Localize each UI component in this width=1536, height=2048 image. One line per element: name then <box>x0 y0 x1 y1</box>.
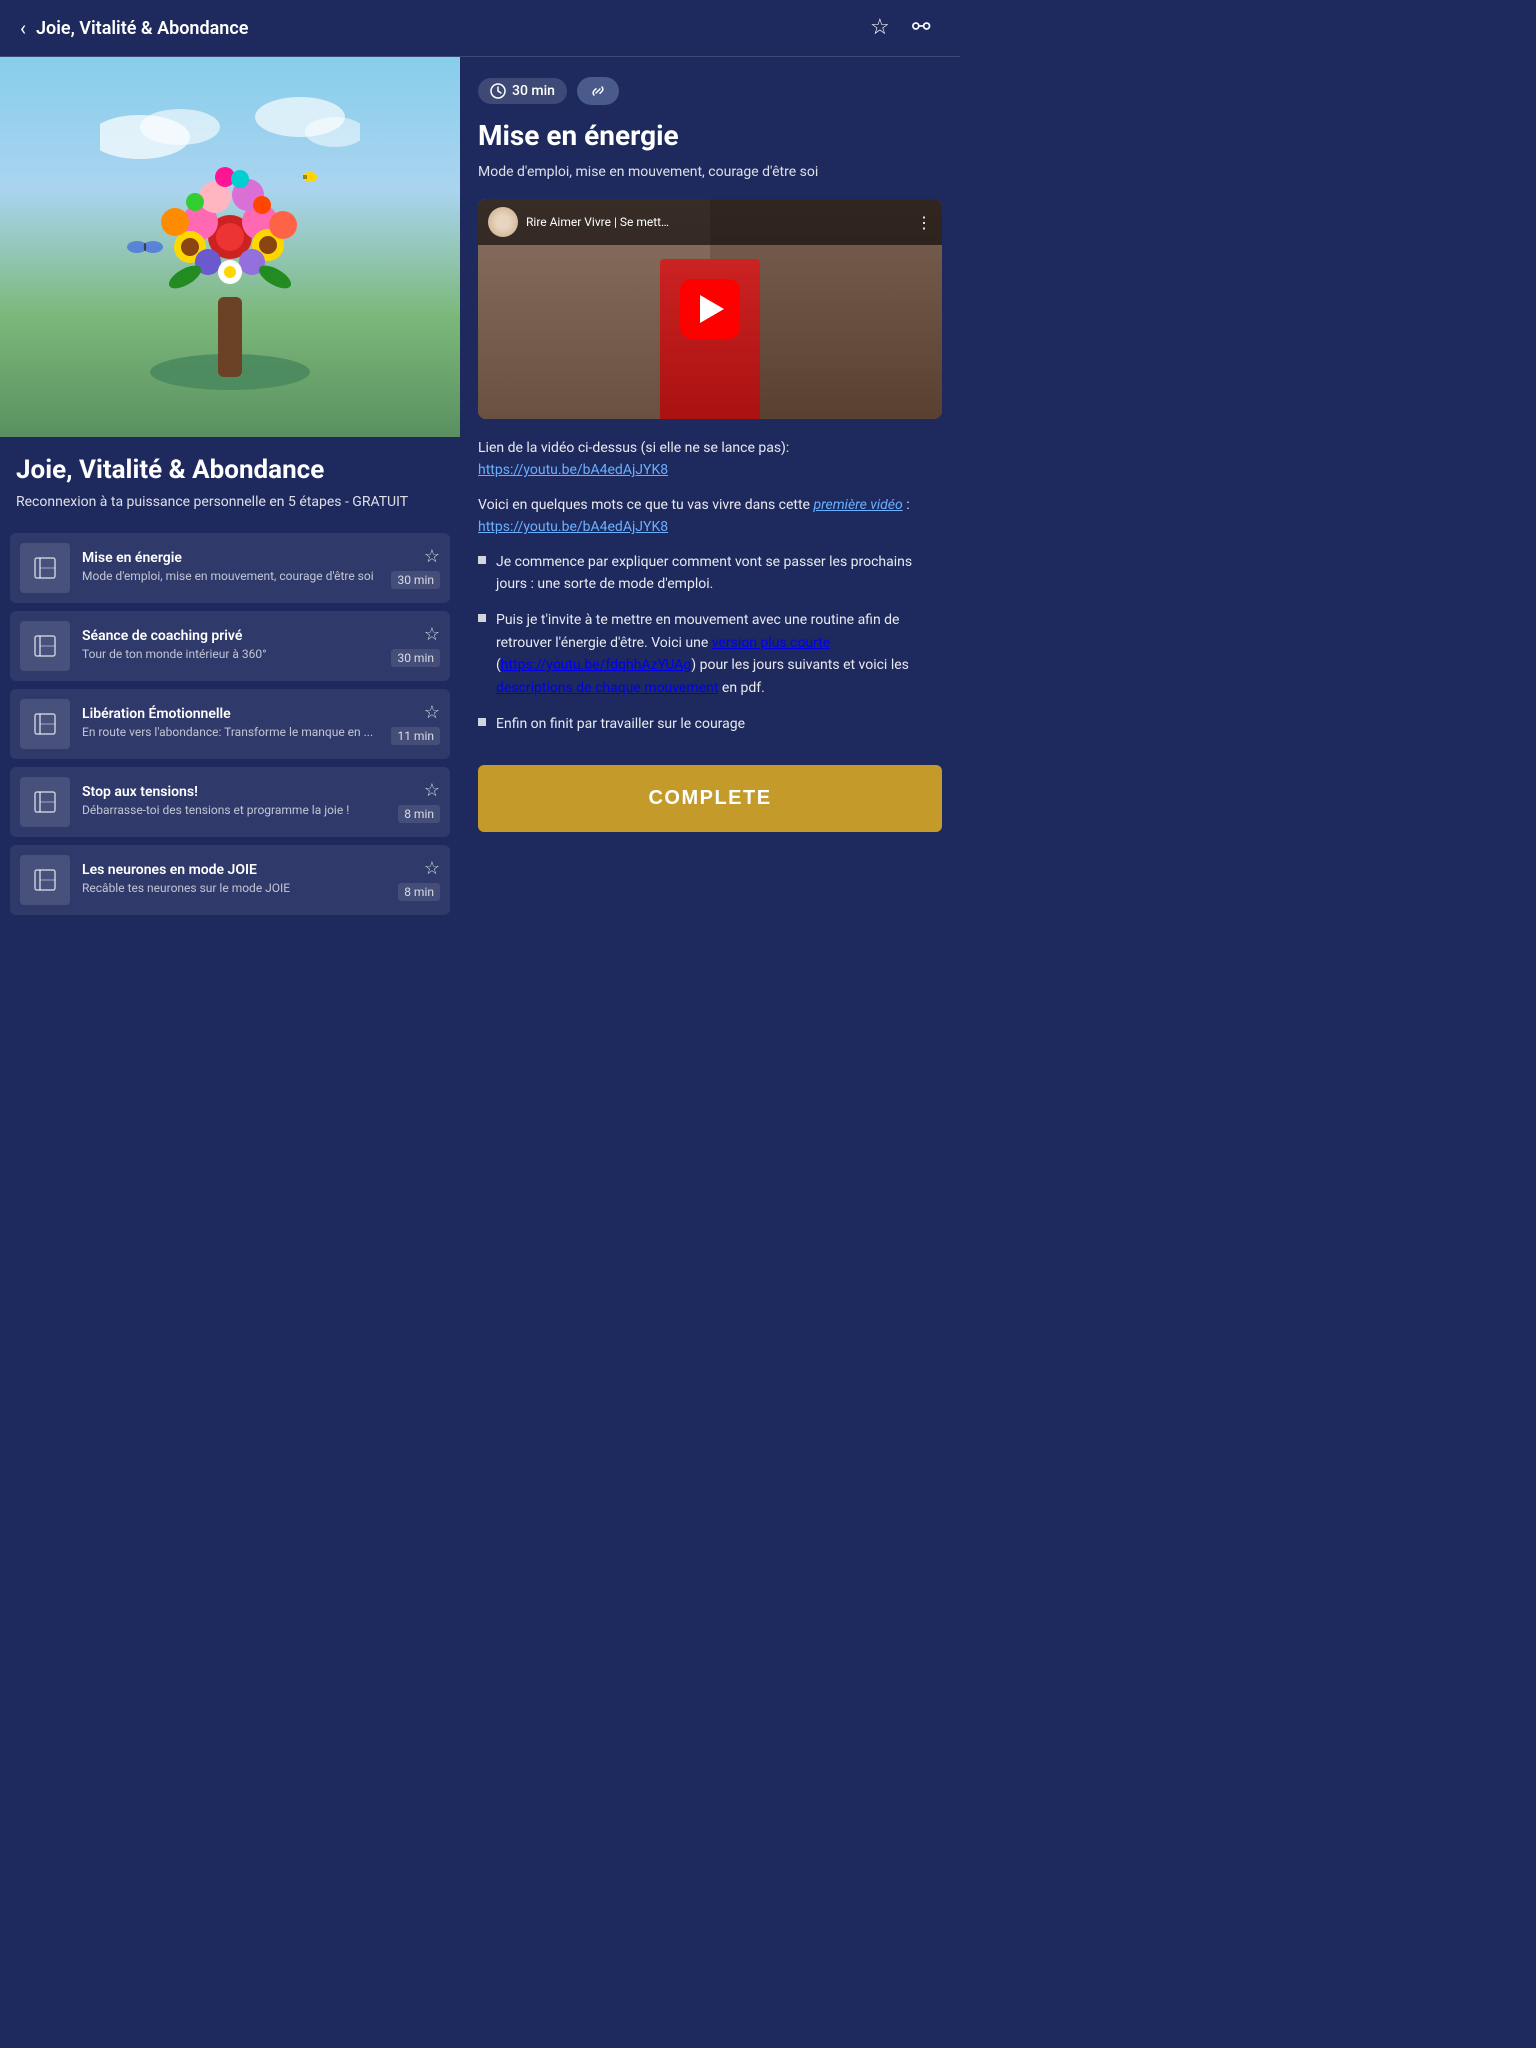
book-icon <box>31 788 59 816</box>
short-version-url[interactable]: https://youtu.be/fdqhhAzYUAg <box>501 657 691 673</box>
course-title-section: Joie, Vitalité & Abondance Reconnexion à… <box>0 437 460 523</box>
video-menu-dots[interactable]: ⋮ <box>916 213 932 232</box>
lesson-info: Les neurones en mode JOIE Recâble tes ne… <box>82 862 390 897</box>
bullet-text-3: Enfin on finit par travailler sur le cou… <box>496 713 745 735</box>
hero-image <box>0 57 460 437</box>
header-icons: ☆ ⚯ <box>870 14 940 42</box>
play-button[interactable] <box>680 279 740 339</box>
lesson-icon-box <box>20 621 70 671</box>
lesson-duration: 8 min <box>398 883 440 901</box>
duration-text: 30 min <box>512 83 555 99</box>
colon-space: : <box>903 497 910 513</box>
lesson-right: ☆ 30 min <box>391 546 440 589</box>
lesson-duration: 11 min <box>391 727 440 745</box>
duration-row: 30 min <box>478 77 942 105</box>
lesson-duration: 8 min <box>398 805 440 823</box>
lesson-icon-box <box>20 543 70 593</box>
book-icon <box>31 632 59 660</box>
header: ‹ Joie, Vitalité & Abondance ☆ ⚯ <box>0 0 960 57</box>
lesson-right: ☆ 8 min <box>398 780 440 823</box>
pdf-link[interactable]: descriptions de chaque mouvement <box>496 680 718 696</box>
lesson-info: Séance de coaching privé Tour de ton mon… <box>82 628 383 663</box>
lesson-icon-box <box>20 777 70 827</box>
video-link-section: Lien de la vidéo ci-dessus (si elle ne s… <box>478 437 942 482</box>
main-layout: Joie, Vitalité & Abondance Reconnexion à… <box>0 57 960 933</box>
lesson-info: Libération Émotionnelle En route vers l'… <box>82 706 383 741</box>
bullet-item-3: Enfin on finit par travailler sur le cou… <box>478 713 942 735</box>
intro-text: Voici en quelques mots ce que tu vas viv… <box>478 497 813 513</box>
lesson-duration: 30 min <box>391 649 440 667</box>
share-icon[interactable]: ⚯ <box>912 14 940 42</box>
video-channel-title: Rire Aimer Vivre | Se mett… <box>526 215 908 229</box>
left-column: Joie, Vitalité & Abondance Reconnexion à… <box>0 57 460 933</box>
right-column: 30 min Mise en énergie Mode d'emploi, mi… <box>460 57 960 852</box>
detail-lesson-description: Mode d'emploi, mise en mouvement, courag… <box>478 162 942 183</box>
book-icon <box>31 866 59 894</box>
lesson-name: Stop aux tensions! <box>82 784 390 800</box>
clock-icon <box>490 83 506 99</box>
lesson-name: Les neurones en mode JOIE <box>82 862 390 878</box>
lesson-star[interactable]: ☆ <box>424 702 440 723</box>
detail-lesson-title: Mise en énergie <box>478 119 942 152</box>
lesson-name: Mise en énergie <box>82 550 383 566</box>
first-video-url[interactable]: https://youtu.be/bA4edAjJYK8 <box>478 519 668 535</box>
lesson-desc: Mode d'emploi, mise en mouvement, courag… <box>82 569 383 585</box>
lesson-item[interactable]: Séance de coaching privé Tour de ton mon… <box>10 611 450 681</box>
bullet-item-1: Je commence par expliquer comment vont s… <box>478 551 942 596</box>
lesson-star[interactable]: ☆ <box>424 546 440 567</box>
channel-avatar <box>488 207 518 237</box>
lesson-right: ☆ 8 min <box>398 858 440 901</box>
lesson-item[interactable]: Les neurones en mode JOIE Recâble tes ne… <box>10 845 450 915</box>
book-icon <box>31 710 59 738</box>
video-title-bar: Rire Aimer Vivre | Se mett… ⋮ <box>478 199 942 245</box>
lesson-right: ☆ 11 min <box>391 702 440 745</box>
back-button[interactable]: ‹ <box>20 16 26 40</box>
first-video-link[interactable]: première vidéo <box>813 497 902 513</box>
bullet-icon <box>478 556 486 564</box>
header-title: Joie, Vitalité & Abondance <box>36 18 248 39</box>
lesson-star[interactable]: ☆ <box>424 858 440 879</box>
lesson-item[interactable]: Stop aux tensions! Débarrasse-toi des te… <box>10 767 450 837</box>
bullet-list: Je commence par expliquer comment vont s… <box>478 551 942 736</box>
lesson-star[interactable]: ☆ <box>424 624 440 645</box>
lesson-right: ☆ 30 min <box>391 624 440 667</box>
course-main-title: Joie, Vitalité & Abondance <box>16 455 444 485</box>
bullet-icon <box>478 718 486 726</box>
lesson-duration: 30 min <box>391 571 440 589</box>
lesson-info: Mise en énergie Mode d'emploi, mise en m… <box>82 550 383 585</box>
lesson-info: Stop aux tensions! Débarrasse-toi des te… <box>82 784 390 819</box>
lesson-desc: Tour de ton monde intérieur à 360° <box>82 647 383 663</box>
lesson-item[interactable]: Libération Émotionnelle En route vers l'… <box>10 689 450 759</box>
link-badge[interactable] <box>577 77 619 105</box>
chain-link-icon <box>589 82 607 100</box>
book-icon <box>31 554 59 582</box>
lesson-desc: Recâble tes neurones sur le mode JOIE <box>82 881 390 897</box>
video-link-url[interactable]: https://youtu.be/bA4edAjJYK8 <box>478 462 668 478</box>
duration-badge: 30 min <box>478 78 567 104</box>
complete-button[interactable]: COMPLETE <box>478 765 942 832</box>
lesson-icon-box <box>20 855 70 905</box>
lesson-star[interactable]: ☆ <box>424 780 440 801</box>
bullet-icon <box>478 614 486 622</box>
course-subtitle: Reconnexion à ta puissance personnelle e… <box>16 493 444 513</box>
bullet-text-1: Je commence par expliquer comment vont s… <box>496 551 942 596</box>
play-triangle-icon <box>700 295 724 323</box>
lesson-desc: En route vers l'abondance: Transforme le… <box>82 725 383 741</box>
bullet-text-2: Puis je t'invite à te mettre en mouvemen… <box>496 609 942 699</box>
lesson-desc: Débarrasse-toi des tensions et programme… <box>82 803 390 819</box>
lesson-name: Séance de coaching privé <box>82 628 383 644</box>
header-left: ‹ Joie, Vitalité & Abondance <box>20 16 248 40</box>
bookmark-icon[interactable]: ☆ <box>870 14 898 42</box>
flower-tree-illustration <box>100 77 360 417</box>
lesson-name: Libération Émotionnelle <box>82 706 383 722</box>
intro-text-section: Voici en quelques mots ce que tu vas viv… <box>478 494 942 539</box>
short-version-link[interactable]: version plus courte <box>712 635 830 651</box>
video-player[interactable]: Rire Aimer Vivre | Se mett… ⋮ <box>478 199 942 419</box>
bullet-item-2: Puis je t'invite à te mettre en mouvemen… <box>478 609 942 699</box>
lesson-icon-box <box>20 699 70 749</box>
lesson-list: Mise en énergie Mode d'emploi, mise en m… <box>0 523 460 933</box>
video-link-prefix: Lien de la vidéo ci-dessus (si elle ne s… <box>478 440 789 456</box>
lesson-item[interactable]: Mise en énergie Mode d'emploi, mise en m… <box>10 533 450 603</box>
